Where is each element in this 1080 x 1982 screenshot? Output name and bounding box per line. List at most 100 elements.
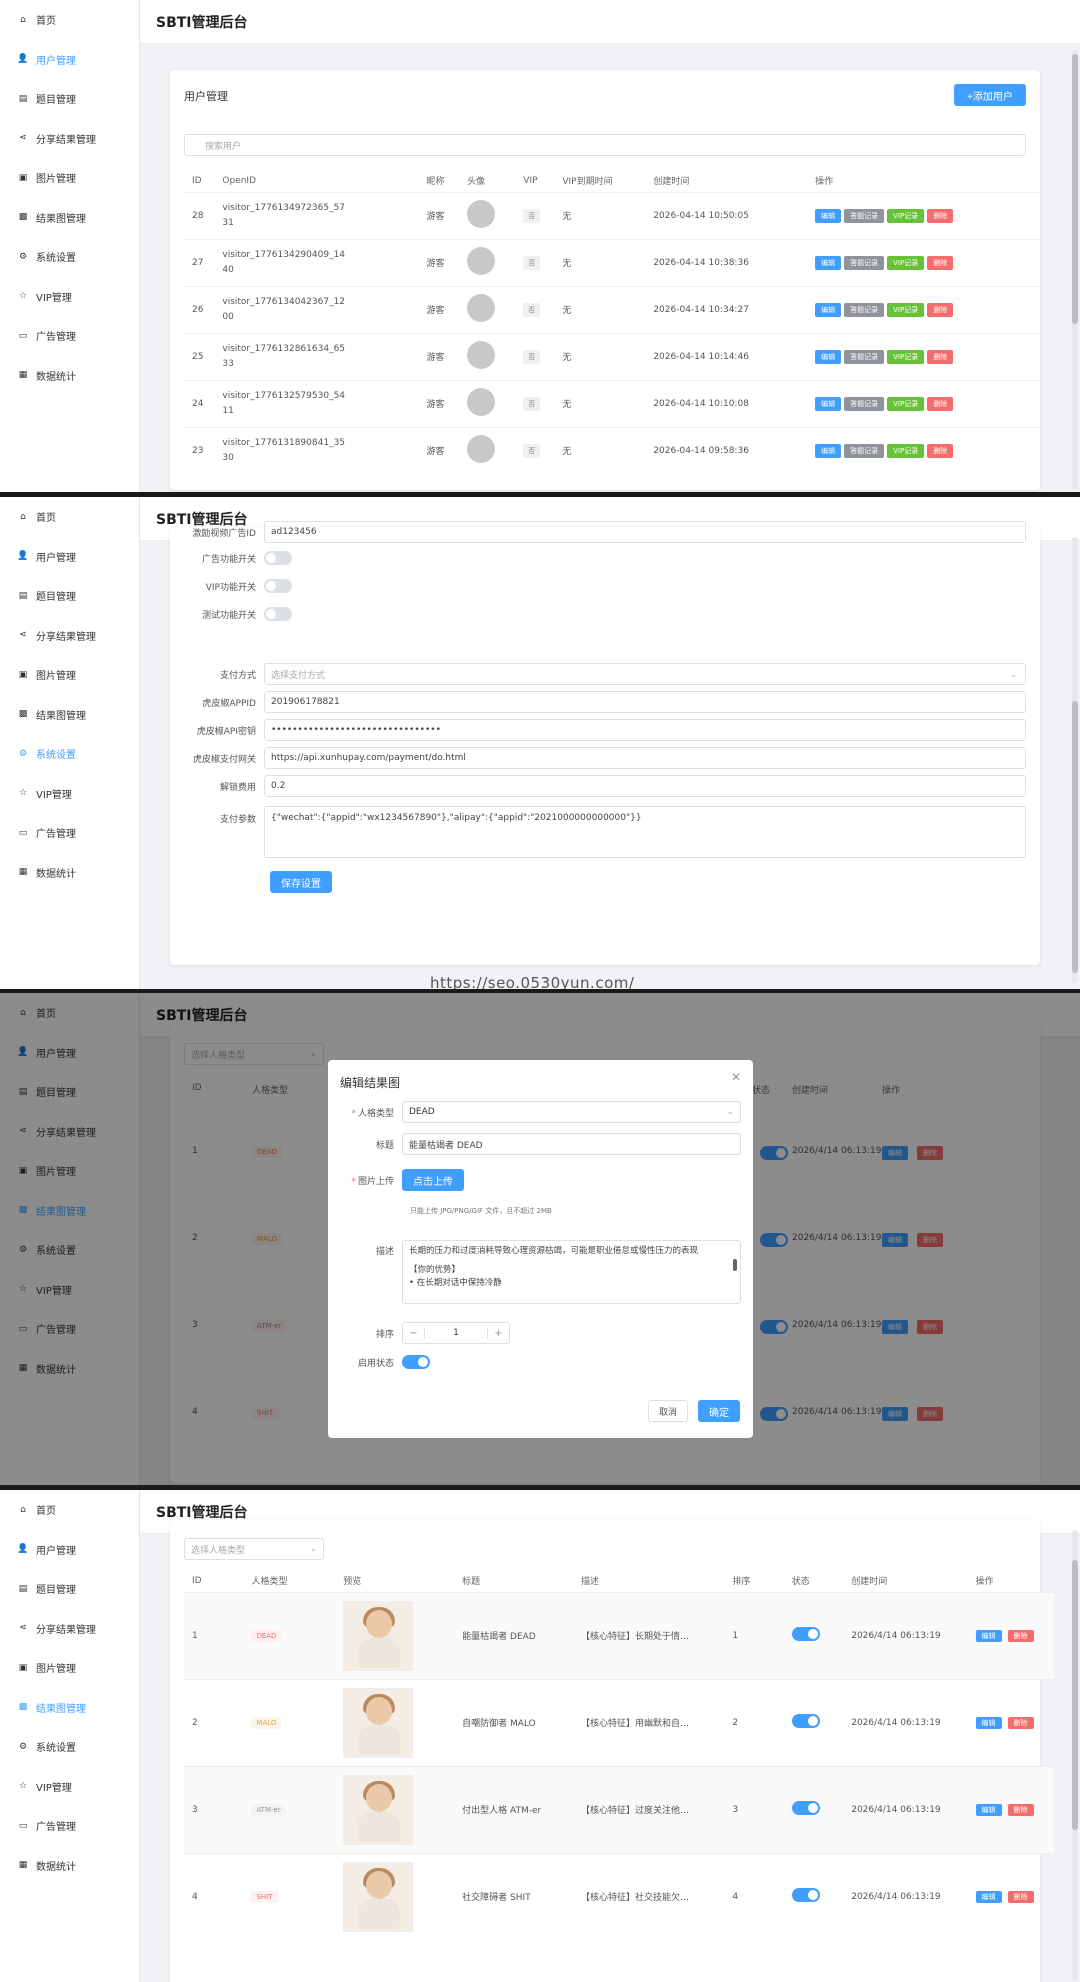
delete-button[interactable]: 删除 [1007, 1890, 1034, 1903]
sidebar-item-0[interactable]: ⌂ 首页 [0, 1490, 139, 1530]
cancel-button[interactable]: 取消 [648, 1400, 688, 1422]
sidebar-item-4[interactable]: ▣ 图片管理 [0, 1648, 139, 1688]
video-icon: ▭ [18, 330, 28, 341]
records-button[interactable]: 答题记录 [844, 443, 885, 458]
pay-method-select[interactable]: 选择支付方式 ⌄ [264, 663, 1026, 685]
edit-button[interactable]: 编辑 [815, 255, 842, 270]
sidebar-item-2[interactable]: ▤ 题目管理 [0, 576, 139, 616]
vip-record-button[interactable]: VIP记录 [887, 208, 925, 223]
field-input[interactable]: •••••••••••••••••••••••••••••••• [264, 719, 1026, 741]
status-switch[interactable] [791, 1888, 820, 1903]
toggle-switch[interactable] [264, 607, 292, 621]
sidebar-item-1[interactable]: 👤 用户管理 [0, 537, 139, 577]
textarea-scrollbar[interactable] [733, 1245, 738, 1299]
type-select[interactable]: DEAD ⌄ [402, 1101, 741, 1123]
edit-button[interactable]: 编辑 [975, 1716, 1002, 1729]
sidebar-item-7[interactable]: ☆ VIP管理 [0, 1767, 139, 1807]
sidebar-item-2[interactable]: ▤ 题目管理 [0, 79, 139, 119]
vip-record-button[interactable]: VIP记录 [887, 349, 925, 364]
plus-icon[interactable]: + [487, 1327, 509, 1339]
edit-button[interactable]: 编辑 [815, 302, 842, 317]
close-icon[interactable]: ✕ [731, 1070, 741, 1084]
title-input[interactable]: 能量枯竭者 DEAD [402, 1133, 741, 1155]
preview-image[interactable] [343, 1687, 414, 1758]
pay-params-textarea[interactable]: {"wechat":{"appid":"wx1234567890"},"alip… [264, 806, 1026, 858]
delete-button[interactable]: 删除 [1007, 1803, 1034, 1816]
records-button[interactable]: 答题记录 [844, 396, 885, 411]
records-button[interactable]: 答题记录 [844, 302, 885, 317]
sidebar-item-0[interactable]: ⌂ 首页 [0, 497, 139, 537]
delete-button[interactable]: 删除 [927, 349, 954, 364]
records-button[interactable]: 答题记录 [844, 349, 885, 364]
sidebar-item-2[interactable]: ▤ 题目管理 [0, 1569, 139, 1609]
sidebar-item-6[interactable]: ⚙ 系统设置 [0, 237, 139, 277]
sidebar-item-7[interactable]: ☆ VIP管理 [0, 774, 139, 814]
sidebar-item-3[interactable]: ⋖ 分享结果管理 [0, 119, 139, 159]
field-input[interactable]: 0.2 [264, 775, 1026, 797]
sidebar-item-9[interactable]: ▦ 数据统计 [0, 356, 139, 396]
minus-icon[interactable]: − [403, 1327, 425, 1339]
records-button[interactable]: 答题记录 [844, 255, 885, 270]
delete-button[interactable]: 删除 [927, 302, 954, 317]
preview-image[interactable] [343, 1774, 414, 1845]
sidebar-item-6[interactable]: ⚙ 系统设置 [0, 734, 139, 774]
upload-button[interactable]: 点击上传 [402, 1169, 464, 1191]
vip-record-button[interactable]: VIP记录 [887, 255, 925, 270]
toggle-switch[interactable] [264, 551, 292, 565]
sidebar-item-3[interactable]: ⋖ 分享结果管理 [0, 1609, 139, 1649]
sidebar-item-5[interactable]: ▩ 结果图管理 [0, 695, 139, 735]
edit-button[interactable]: 编辑 [815, 208, 842, 223]
vip-record-button[interactable]: VIP记录 [887, 443, 925, 458]
delete-button[interactable]: 删除 [927, 396, 954, 411]
edit-button[interactable]: 编辑 [975, 1629, 1002, 1642]
sidebar-item-7[interactable]: ☆ VIP管理 [0, 277, 139, 317]
edit-button[interactable]: 编辑 [975, 1890, 1002, 1903]
edit-button[interactable]: 编辑 [815, 349, 842, 364]
sidebar-item-5[interactable]: ▩ 结果图管理 [0, 198, 139, 238]
description-textarea[interactable]: 长期的压力和过度消耗导致心理资源枯竭，可能是职业倦怠或慢性压力的表现 【你的优势… [402, 1240, 741, 1304]
sidebar-item-8[interactable]: ▭ 广告管理 [0, 813, 139, 853]
toggle-switch[interactable] [264, 579, 292, 593]
scrollbar[interactable] [1072, 537, 1078, 983]
sidebar-item-4[interactable]: ▣ 图片管理 [0, 655, 139, 695]
delete-button[interactable]: 删除 [927, 208, 954, 223]
sidebar-item-4[interactable]: ▣ 图片管理 [0, 158, 139, 198]
sidebar-item-8[interactable]: ▭ 广告管理 [0, 316, 139, 356]
add-user-button[interactable]: +添加用户 [954, 84, 1026, 106]
sidebar-item-1[interactable]: 👤 用户管理 [0, 40, 139, 80]
type-filter-select[interactable]: 选择人格类型 ⌄ [184, 1538, 324, 1560]
delete-button[interactable]: 删除 [927, 443, 954, 458]
preview-image[interactable] [343, 1600, 414, 1671]
status-switch[interactable] [791, 1801, 820, 1815]
scrollbar[interactable] [1072, 1530, 1078, 1980]
status-switch[interactable] [402, 1355, 430, 1369]
sidebar-item-5[interactable]: ▩ 结果图管理 [0, 1688, 139, 1728]
vip-record-button[interactable]: VIP记录 [887, 396, 925, 411]
sidebar-item-8[interactable]: ▭ 广告管理 [0, 1806, 139, 1846]
order-stepper[interactable]: − 1 + [402, 1322, 510, 1344]
confirm-button[interactable]: 确定 [698, 1400, 740, 1422]
sidebar-item-0[interactable]: ⌂ 首页 [0, 0, 139, 40]
delete-button[interactable]: 删除 [927, 255, 954, 270]
sidebar-item-1[interactable]: 👤 用户管理 [0, 1530, 139, 1570]
field-input[interactable]: 201906178821 [264, 691, 1026, 713]
ad-id-input[interactable]: ad123456 [264, 521, 1026, 543]
status-switch[interactable] [791, 1714, 820, 1728]
field-input[interactable]: https://api.xunhupay.com/payment/do.html [264, 747, 1026, 769]
delete-button[interactable]: 删除 [1007, 1629, 1034, 1642]
sidebar-item-6[interactable]: ⚙ 系统设置 [0, 1727, 139, 1767]
scrollbar[interactable] [1072, 50, 1078, 490]
status-switch[interactable] [791, 1627, 820, 1641]
sidebar-item-3[interactable]: ⋖ 分享结果管理 [0, 616, 139, 656]
delete-button[interactable]: 删除 [1007, 1716, 1034, 1729]
vip-record-button[interactable]: VIP记录 [887, 302, 925, 317]
preview-image[interactable] [343, 1861, 414, 1932]
save-settings-button[interactable]: 保存设置 [270, 871, 332, 893]
search-input[interactable]: 搜索用户 [184, 134, 1026, 156]
sidebar-item-9[interactable]: ▦ 数据统计 [0, 853, 139, 893]
sidebar-item-9[interactable]: ▦ 数据统计 [0, 1846, 139, 1886]
edit-button[interactable]: 编辑 [815, 396, 842, 411]
edit-button[interactable]: 编辑 [975, 1803, 1002, 1816]
records-button[interactable]: 答题记录 [844, 208, 885, 223]
edit-button[interactable]: 编辑 [815, 443, 842, 458]
